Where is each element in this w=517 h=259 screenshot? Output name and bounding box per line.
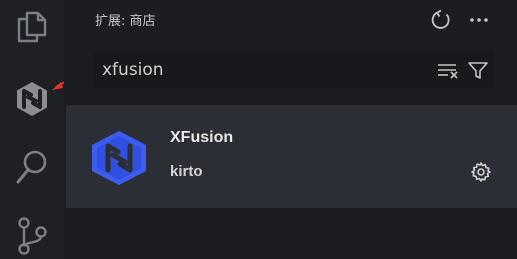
more-actions-icon[interactable]	[468, 9, 490, 35]
extension-search-input[interactable]: xfusion	[93, 52, 495, 88]
extension-list-item[interactable]: XFusion kirto	[66, 105, 517, 208]
sidebar-title: 扩展: 商店	[95, 14, 156, 29]
clear-results-icon[interactable]	[436, 61, 460, 85]
filter-icon[interactable]	[467, 61, 489, 85]
refresh-icon[interactable]	[430, 9, 452, 35]
files-icon[interactable]	[0, 10, 64, 44]
extension-name: XFusion	[170, 129, 234, 146]
gear-icon[interactable]	[470, 161, 492, 187]
search-value: xfusion	[102, 60, 164, 80]
extension-author: kirto	[170, 163, 203, 180]
search-icon[interactable]	[0, 148, 64, 186]
source-control-icon[interactable]	[0, 216, 64, 256]
xfusion-logo-icon	[88, 130, 150, 190]
activity-bar	[0, 0, 64, 259]
extensions-sidebar: 扩展: 商店 xfusion XFusion kirto	[64, 0, 517, 259]
